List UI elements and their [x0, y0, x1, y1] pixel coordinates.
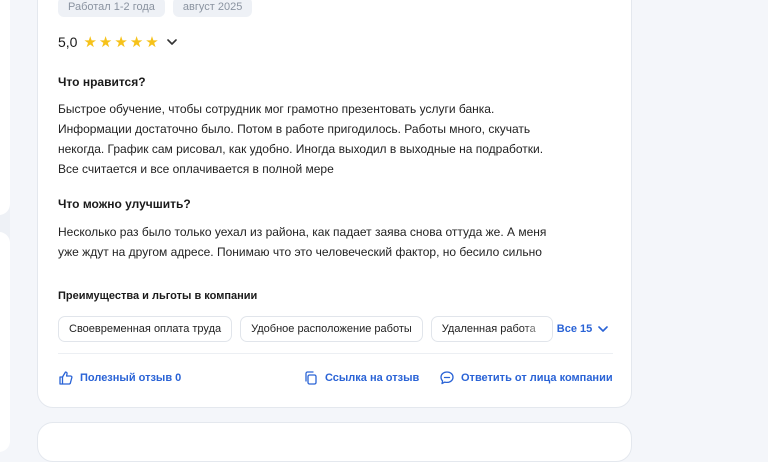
review-actions: Полезный отзыв 0 Ссылка на отзыв Ответит… [58, 370, 618, 390]
reply-as-company-button[interactable]: Ответить от лица компании [439, 370, 613, 386]
left-sidebar-card [0, 0, 10, 215]
star-icon: ★ [129, 33, 144, 51]
pros-text: Быстрое обучение, чтобы сотрудник мог гр… [58, 99, 618, 179]
tag-date: август 2025 [172, 0, 253, 17]
cons-line: Несколько раз было только уехал из район… [58, 225, 547, 239]
actions-divider [58, 353, 613, 354]
next-review-card [37, 422, 632, 462]
thumbs-up-icon [59, 371, 73, 385]
star-icon: ★ [83, 33, 97, 51]
review-link-button[interactable]: Ссылка на отзыв [303, 370, 419, 386]
benefits-chips: Своевременная оплата труда Удобное распо… [58, 316, 609, 342]
chat-bubble-icon [440, 371, 454, 385]
pros-line: Быстрое обучение, чтобы сотрудник мог гр… [58, 102, 495, 116]
pros-title: Что нравится? [58, 75, 146, 89]
pros-line: некогда. График сам рисовал, как удобно.… [58, 142, 544, 156]
reply-as-company-label: Ответить от лица компании [461, 372, 613, 384]
tag-tenure: Работал 1-2 года [58, 0, 165, 17]
chevron-down-icon [598, 325, 609, 333]
cons-text: Несколько раз было только уехал из район… [58, 222, 618, 262]
pros-line: Информации достаточно было. Потом в рабо… [58, 122, 531, 136]
star-icon: ★ [145, 33, 159, 51]
chevron-down-icon[interactable] [166, 38, 177, 46]
star-icon: ★ [114, 33, 128, 51]
show-all-benefits-button[interactable]: Все 15 [556, 323, 609, 335]
rating-value: 5,0 [58, 34, 78, 50]
benefit-chip[interactable]: Удаленная работа [430, 316, 553, 342]
review-card: Работал 1-2 года август 2025 5,0 ★ ★ ★ ★… [37, 0, 632, 408]
show-all-label: Все 15 [556, 323, 593, 335]
left-sidebar-card-lower [0, 232, 10, 452]
benefit-chip[interactable]: Удобное расположение работы [240, 316, 423, 342]
pros-line: Все считается и все оплачивается в полно… [58, 162, 334, 176]
cons-title: Что можно улучшить? [58, 197, 191, 211]
benefits-title: Преимущества и льготы в компании [58, 290, 258, 302]
useful-review-label: Полезный отзыв 0 [80, 372, 182, 384]
rating-stars: ★ ★ ★ ★ ★ [83, 35, 158, 50]
review-link-label: Ссылка на отзыв [325, 372, 420, 384]
benefit-chip[interactable]: Своевременная оплата труда [58, 316, 233, 342]
rating-row[interactable]: 5,0 ★ ★ ★ ★ ★ [58, 34, 177, 50]
cons-line: уже ждут на другом адресе. Понимаю что э… [58, 245, 542, 259]
review-tags: Работал 1-2 года август 2025 [58, 0, 253, 17]
useful-review-button[interactable]: Полезный отзыв 0 [58, 370, 181, 386]
star-icon: ★ [98, 33, 113, 51]
copy-link-icon [305, 371, 317, 385]
